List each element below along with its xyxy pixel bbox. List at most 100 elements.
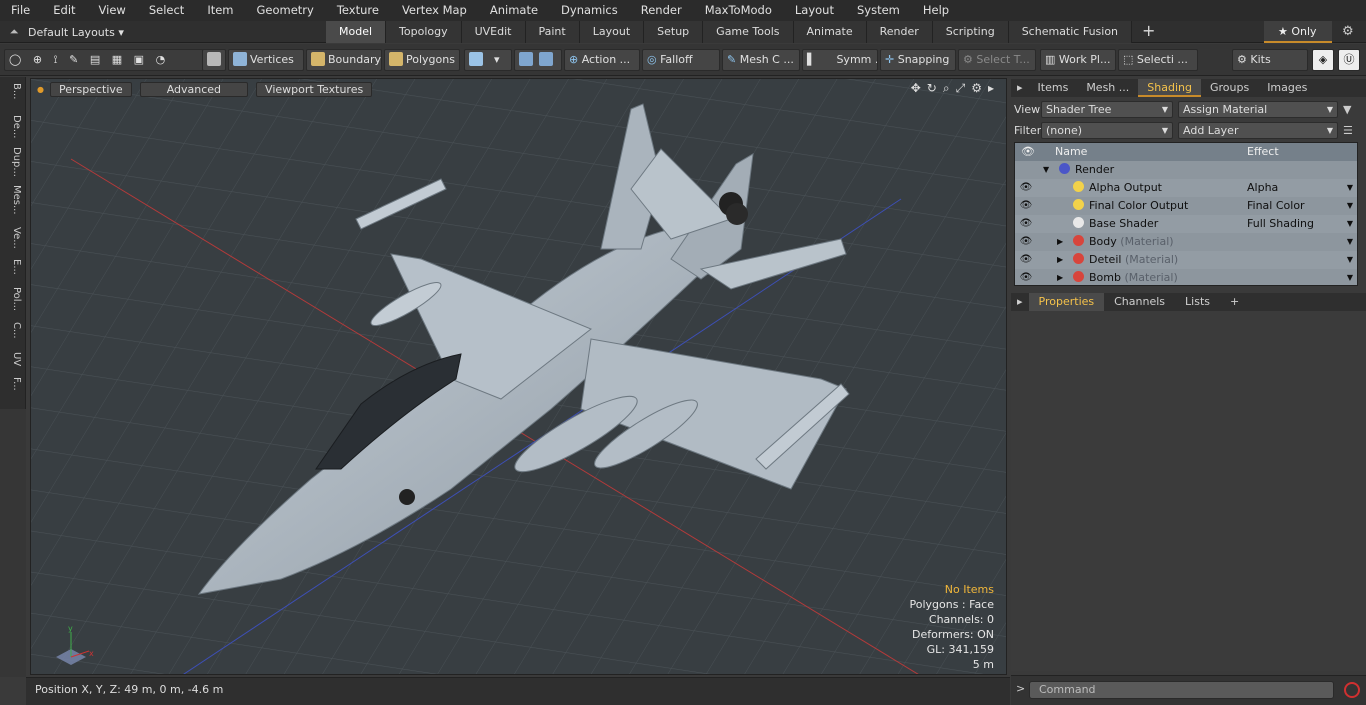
eye-icon[interactable]: 👁 xyxy=(1018,251,1034,269)
shader-row[interactable]: 👁 Base Shader Full Shading ▼ xyxy=(1015,215,1357,233)
tab-topology[interactable]: Topology xyxy=(386,21,462,43)
ptab-channels[interactable]: Channels xyxy=(1104,293,1175,311)
filter-dropdown[interactable]: (none) xyxy=(1041,121,1173,139)
tab-setup[interactable]: Setup xyxy=(644,21,704,43)
shader-row[interactable]: ▼ Render xyxy=(1015,161,1357,179)
move-icon[interactable]: ✥ xyxy=(911,81,921,96)
menu-edit[interactable]: Edit xyxy=(42,0,87,21)
left-tab-7[interactable]: C... xyxy=(4,322,22,339)
material-mode-button[interactable]: ▾ xyxy=(464,49,512,71)
tab-paint[interactable]: Paint xyxy=(525,21,580,43)
stack-icon[interactable]: ▤ xyxy=(90,53,100,66)
3d-viewport[interactable]: y x ● Perspective Advanced Viewport Text… xyxy=(30,78,1007,675)
left-tab-6[interactable]: Pol... xyxy=(4,287,22,311)
left-tab-0[interactable]: B... xyxy=(4,83,22,99)
square-icon[interactable]: ▣ xyxy=(134,53,144,66)
left-tab-3[interactable]: Mes... xyxy=(4,185,22,215)
menu-help[interactable]: Help xyxy=(912,0,961,21)
gauge-icon[interactable]: ◔ xyxy=(156,53,166,66)
menu-texture[interactable]: Texture xyxy=(326,0,391,21)
assign-material-dropdown[interactable]: Assign Material xyxy=(1178,100,1338,118)
add-layer-dropdown[interactable]: Add Layer xyxy=(1178,121,1338,139)
right-tab-items[interactable]: Items xyxy=(1029,79,1078,97)
settings-icon[interactable]: ⚙ xyxy=(971,81,982,96)
item-mode-button[interactable] xyxy=(202,49,226,71)
gear-icon[interactable]: ⚙ xyxy=(1342,24,1354,39)
tab-scripting[interactable]: Scripting xyxy=(932,21,1009,43)
options-icon[interactable]: ☰ xyxy=(1343,124,1353,137)
expand-icon[interactable]: ▶ xyxy=(1057,269,1063,285)
vertices-button[interactable]: Vertices xyxy=(228,49,304,71)
tab-animate[interactable]: Animate xyxy=(793,21,867,43)
action-center-button[interactable]: ⊕ Action ... xyxy=(564,49,640,71)
left-tab-9[interactable]: F... xyxy=(4,377,22,391)
left-tab-8[interactable]: UV xyxy=(4,352,22,366)
globe-icon[interactable]: ⊕ xyxy=(33,53,42,66)
polygons-button[interactable]: Polygons xyxy=(384,49,460,71)
select-through-button[interactable]: ⚙ Select T... xyxy=(958,49,1036,71)
ptab-properties[interactable]: Properties xyxy=(1028,293,1105,311)
expand-icon[interactable]: ▶ xyxy=(1057,233,1063,251)
eye-icon[interactable]: 👁 xyxy=(1018,179,1034,197)
menu-dynamics[interactable]: Dynamics xyxy=(550,0,630,21)
right-tab-images[interactable]: Images xyxy=(1258,79,1316,97)
play-icon[interactable]: ▸ xyxy=(988,81,994,96)
ptab-lists[interactable]: Lists xyxy=(1175,293,1220,311)
brush-icon[interactable]: ✎ xyxy=(69,53,78,66)
right-tab-shading[interactable]: Shading xyxy=(1138,79,1201,97)
menu-system[interactable]: System xyxy=(846,0,912,21)
menu-select[interactable]: Select xyxy=(138,0,196,21)
left-tab-4[interactable]: Ve... xyxy=(4,227,22,249)
properties-menu-icon[interactable]: ▸ xyxy=(1011,293,1029,311)
name-column-header[interactable]: Name xyxy=(1055,145,1087,158)
effect-dropdown-icon[interactable]: ▼ xyxy=(1347,179,1353,197)
falloff-button[interactable]: ◎ Falloff xyxy=(642,49,720,71)
menu-animate[interactable]: Animate xyxy=(479,0,550,21)
viewport-textures-button[interactable]: Viewport Textures xyxy=(256,81,373,97)
collapse-icon[interactable]: ⏶ xyxy=(0,25,28,39)
left-tab-2[interactable]: Dup... xyxy=(4,147,22,177)
snapping-button[interactable]: ✛ Snapping xyxy=(880,49,956,71)
effect-dropdown-icon[interactable]: ▼ xyxy=(1347,269,1353,285)
selection-sets-button[interactable]: ⬚ Selecti ... xyxy=(1118,49,1198,71)
effect-dropdown-icon[interactable]: ▼ xyxy=(1347,197,1353,215)
grid-icon[interactable]: ▦ xyxy=(112,53,122,66)
shader-row[interactable]: 👁 ▶ Deteil (Material) ▼ xyxy=(1015,251,1357,269)
command-input[interactable]: Command xyxy=(1029,681,1334,699)
tab-uvedit[interactable]: UVEdit xyxy=(461,21,526,43)
shader-row[interactable]: 👁 ▶ Body (Material) ▼ xyxy=(1015,233,1357,251)
tab-model[interactable]: Model xyxy=(326,21,387,43)
shader-row[interactable]: 👁 Final Color Output Final Color ▼ xyxy=(1015,197,1357,215)
add-tab-button[interactable]: + xyxy=(1132,21,1165,43)
expand-icon[interactable]: ▼ xyxy=(1043,161,1049,179)
effect-dropdown-icon[interactable]: ▼ xyxy=(1347,251,1353,269)
effect-dropdown-icon[interactable]: ▼ xyxy=(1347,233,1353,251)
panel-menu-icon[interactable]: ▸ xyxy=(1011,79,1029,97)
shader-row[interactable]: 👁 ▶ Bomb (Material) ▼ xyxy=(1015,269,1357,285)
effect-column-header[interactable]: Effect xyxy=(1247,145,1279,158)
menu-vertex-map[interactable]: Vertex Map xyxy=(391,0,479,21)
symmetry-button[interactable]: ▌ Symm ... xyxy=(802,49,878,71)
tab-schematic-fusion[interactable]: Schematic Fusion xyxy=(1008,21,1133,43)
unreal-button[interactable]: Ⓤ xyxy=(1338,49,1360,71)
boundary-button[interactable]: Boundary xyxy=(306,49,382,71)
left-tab-5[interactable]: E... xyxy=(4,259,22,275)
shader-row[interactable]: 👁 Alpha Output Alpha ▼ xyxy=(1015,179,1357,197)
circle-icon[interactable]: ◯ xyxy=(9,53,21,66)
eye-icon[interactable]: 👁 xyxy=(1018,233,1034,251)
work-plane-button[interactable]: ▥ Work Pl... xyxy=(1040,49,1116,71)
eye-icon[interactable]: 👁 xyxy=(1018,215,1034,233)
unity-button[interactable]: ◈ xyxy=(1312,49,1334,71)
right-tab-groups[interactable]: Groups xyxy=(1201,79,1258,97)
maximize-icon[interactable]: ⤢ xyxy=(956,81,966,96)
only-toggle[interactable]: ★ Only xyxy=(1264,21,1332,43)
menu-layout[interactable]: Layout xyxy=(784,0,846,21)
menu-maxtomodo[interactable]: MaxToModo xyxy=(694,0,784,21)
perspective-button[interactable]: Perspective xyxy=(49,81,132,97)
right-tab-mesh[interactable]: Mesh ... xyxy=(1077,79,1138,97)
left-tab-1[interactable]: De... xyxy=(4,115,22,138)
pen-icon[interactable]: ⟟ xyxy=(54,53,58,66)
add-ptab-button[interactable]: + xyxy=(1220,293,1249,311)
symmetry-tools-button[interactable] xyxy=(514,49,562,71)
menu-render[interactable]: Render xyxy=(630,0,694,21)
